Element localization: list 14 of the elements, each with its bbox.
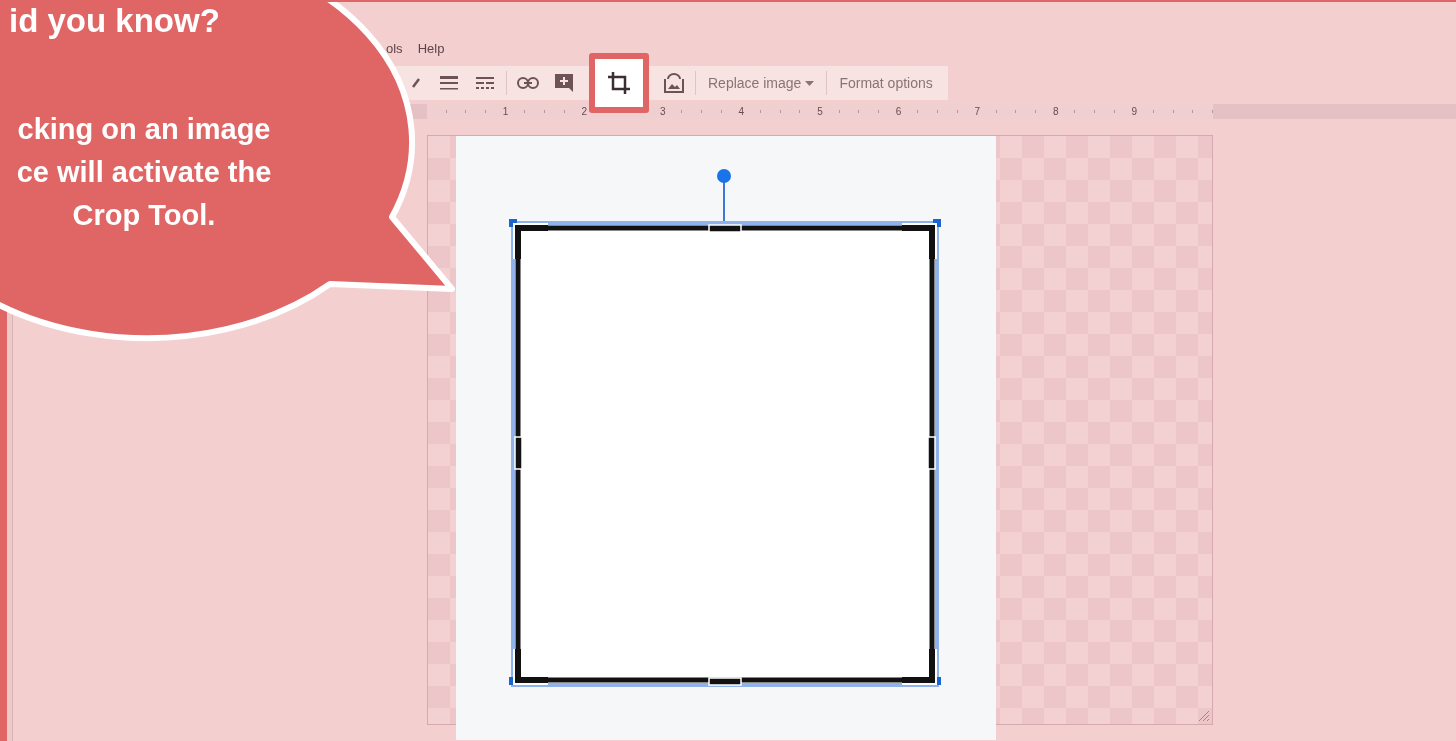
menu-item[interactable]: ols xyxy=(386,40,403,66)
caret-icon xyxy=(805,80,815,86)
callout-text: ce will activate the xyxy=(16,155,272,190)
callout-text: cking on an image xyxy=(17,112,271,147)
resize-grip-icon[interactable] xyxy=(1196,708,1210,722)
toolbar-button[interactable]: Replace image xyxy=(702,69,821,97)
crop-icon xyxy=(607,71,631,95)
toolbar-button[interactable]: Format options xyxy=(833,69,939,97)
callout-title: id you know? xyxy=(9,3,220,39)
callout-text: Crop Tool. xyxy=(72,198,216,233)
pen-icon[interactable] xyxy=(412,78,420,88)
crop-button[interactable] xyxy=(589,53,649,113)
crop-frame-drawing[interactable] xyxy=(506,167,944,689)
menu-item[interactable]: Help xyxy=(417,40,445,66)
